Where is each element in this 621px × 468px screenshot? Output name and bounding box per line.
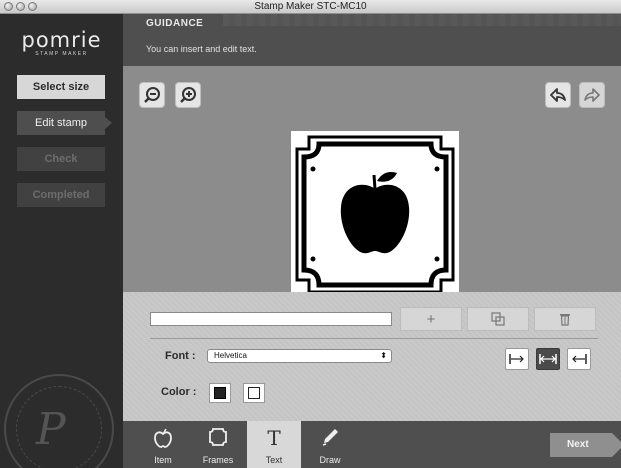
- plus-icon: +: [426, 310, 436, 328]
- step-edit-stamp[interactable]: Edit stamp: [17, 111, 112, 135]
- stamp-canvas-area: [123, 66, 621, 294]
- tool-text-label: Text: [265, 455, 283, 465]
- font-select[interactable]: Helvetica ⬍: [207, 349, 392, 363]
- tool-frames[interactable]: Frames: [191, 421, 245, 468]
- chevron-updown-icon: ⬍: [380, 351, 387, 360]
- step-completed: Completed: [17, 183, 105, 207]
- align-center-button[interactable]: [536, 348, 560, 370]
- redo-icon: [584, 88, 600, 102]
- step-select-size[interactable]: Select size: [17, 75, 105, 99]
- frame-icon: [209, 428, 227, 446]
- undo-icon: [550, 88, 566, 102]
- guidance-message: You can insert and edit text.: [146, 44, 257, 54]
- text-edit-panel: + Font : Helvetica ⬍ Color:: [123, 292, 621, 421]
- white-swatch: [248, 387, 260, 399]
- sidebar: pomrie STAMP MAKER Select size Edit stam…: [0, 14, 123, 468]
- logo-word: pomrie: [21, 28, 102, 52]
- zoom-in-button[interactable]: [175, 82, 201, 108]
- tool-draw[interactable]: Draw: [303, 421, 357, 468]
- color-black-button[interactable]: [209, 383, 231, 403]
- step-list: Select size Edit stamp Check Completed: [17, 75, 112, 219]
- tool-item[interactable]: Item: [136, 421, 190, 468]
- zoom-in-icon: [180, 87, 196, 103]
- panel-divider: [150, 338, 598, 339]
- stamp-seal-logo: P: [4, 374, 114, 468]
- delete-text-button[interactable]: [534, 307, 596, 331]
- align-right-button[interactable]: [567, 348, 591, 370]
- align-center-icon: [539, 354, 557, 364]
- align-left-icon: [509, 354, 524, 364]
- color-white-button[interactable]: [243, 383, 265, 403]
- align-right-icon: [572, 354, 587, 364]
- redo-button[interactable]: [579, 82, 605, 108]
- tool-text[interactable]: T Text: [247, 421, 301, 468]
- guidance-banner: GUIDANCE You can insert and edit text.: [123, 14, 621, 66]
- next-button[interactable]: Next: [550, 433, 621, 457]
- pen-icon: [322, 429, 338, 446]
- align-left-button[interactable]: [505, 348, 529, 370]
- window-title: Stamp Maker STC-MC10: [254, 1, 367, 12]
- add-text-button[interactable]: +: [400, 307, 462, 331]
- bottom-toolbar: Item Frames T Text Draw Next: [123, 421, 621, 468]
- duplicate-text-button[interactable]: [467, 307, 529, 331]
- apple-icon: [340, 171, 410, 254]
- tool-frames-label: Frames: [202, 455, 234, 465]
- decorative-pattern: [223, 14, 621, 26]
- stamp-preview[interactable]: [291, 131, 459, 294]
- zoom-out-button[interactable]: [139, 82, 165, 108]
- stamp-artwork: [295, 135, 455, 294]
- step-check: Check: [17, 147, 105, 171]
- tool-item-label: Item: [154, 455, 172, 465]
- logo: pomrie STAMP MAKER: [0, 28, 123, 57]
- trash-icon: [560, 314, 570, 326]
- text-icon: T: [267, 426, 281, 450]
- logo-subtitle: STAMP MAKER: [35, 51, 88, 57]
- font-select-value: Helvetica: [214, 351, 247, 360]
- font-label: Font :: [165, 350, 196, 362]
- tool-draw-label: Draw: [319, 455, 341, 465]
- guidance-label: GUIDANCE: [146, 18, 204, 29]
- undo-button[interactable]: [545, 82, 571, 108]
- text-input[interactable]: [150, 312, 392, 326]
- duplicate-icon: [491, 312, 505, 326]
- black-swatch: [214, 387, 226, 399]
- apple-outline-icon: [154, 428, 172, 448]
- window-titlebar: Stamp Maker STC-MC10: [0, 0, 621, 14]
- zoom-out-icon: [144, 87, 160, 103]
- color-label: Color :: [161, 386, 197, 398]
